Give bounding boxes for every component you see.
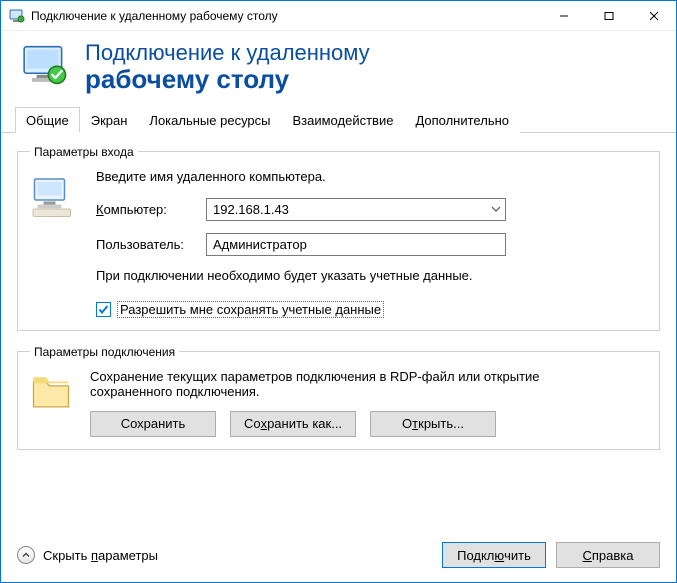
window-controls [541,1,676,30]
login-instruction: Введите имя удаленного компьютера. [96,169,647,184]
close-button[interactable] [631,1,676,30]
tab-display[interactable]: Экран [80,107,139,133]
rdp-window: Подключение к удаленному рабочему столу … [0,0,677,583]
user-label: Пользователь: [96,237,206,252]
header: Подключение к удаленному рабочему столу [1,31,676,100]
chevron-down-icon [491,204,501,215]
footer: Скрыть параметры Подключить Справка [1,532,676,582]
computer-icon [30,173,78,221]
connection-group-legend: Параметры подключения [30,345,179,359]
tab-advanced[interactable]: Дополнительно [404,107,520,133]
maximize-button[interactable] [586,1,631,30]
window-title: Подключение к удаленному рабочему столу [31,9,541,23]
connection-group: Параметры подключения Сохранение текущих… [17,345,660,450]
tabs: Общие Экран Локальные ресурсы Взаимодейс… [1,106,676,133]
tab-local-resources[interactable]: Локальные ресурсы [138,107,281,133]
rdp-monitor-icon [21,42,71,92]
open-button[interactable]: Открыть... [370,411,496,437]
connect-button[interactable]: Подключить [442,542,546,568]
computer-value: 192.168.1.43 [213,202,289,217]
app-icon [9,8,25,24]
connection-text: Сохранение текущих параметров подключени… [90,369,610,399]
save-as-button[interactable]: Сохранить как... [230,411,356,437]
header-text: Подключение к удаленному рабочему столу [85,41,370,94]
save-credentials-label: Разрешить мне сохранять учетные данные [117,301,384,318]
login-group-legend: Параметры входа [30,145,138,159]
titlebar: Подключение к удаленному рабочему столу [1,1,676,31]
save-credentials-checkbox[interactable] [96,302,111,317]
tab-content-general: Параметры входа Введите имя удаленного к… [1,133,676,532]
tab-general[interactable]: Общие [15,107,80,133]
folder-icon [30,371,72,413]
credentials-note: При подключении необходимо будет указать… [96,268,516,283]
login-group: Параметры входа Введите имя удаленного к… [17,145,660,331]
help-button[interactable]: Справка [556,542,660,568]
save-button[interactable]: Сохранить [90,411,216,437]
header-line-1: Подключение к удаленному [85,41,370,65]
tab-experience[interactable]: Взаимодействие [282,107,405,133]
user-textbox[interactable]: Администратор [206,233,506,256]
minimize-button[interactable] [541,1,586,30]
user-value: Администратор [213,237,307,252]
chevron-up-icon [22,551,30,559]
computer-label: Компьютер: [96,202,206,217]
computer-combobox[interactable]: 192.168.1.43 [206,198,506,221]
save-credentials-checkbox-row[interactable]: Разрешить мне сохранять учетные данные [96,301,647,318]
hide-options-label[interactable]: Скрыть параметры [43,548,158,563]
header-line-2: рабочему столу [85,65,370,94]
hide-options-toggle[interactable] [17,546,35,564]
